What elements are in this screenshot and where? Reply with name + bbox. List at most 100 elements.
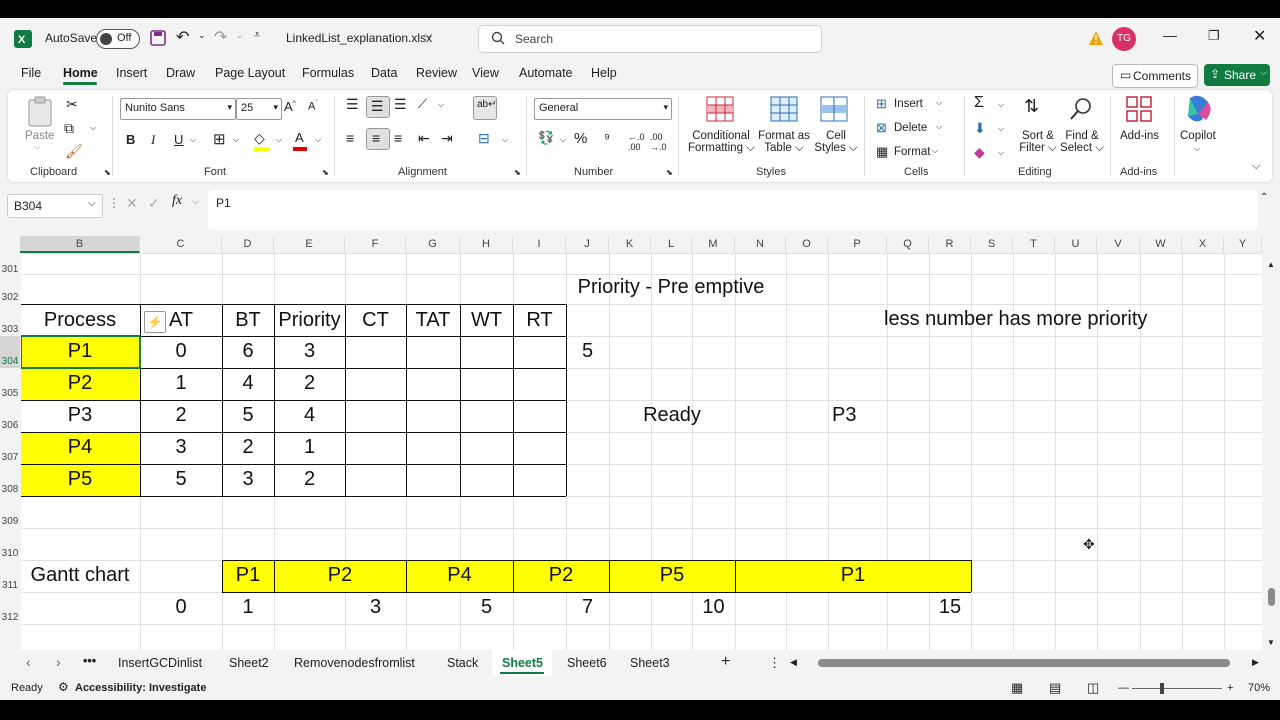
font-color-icon[interactable]: A	[295, 130, 304, 145]
format-as-table-label[interactable]: Format as Table ⌵	[756, 130, 812, 155]
wrap-text-button[interactable]: ab↵	[473, 96, 497, 120]
fill-icon[interactable]: ⬇	[974, 120, 986, 137]
menu-draw[interactable]: Draw	[166, 66, 195, 80]
insert-chevron-icon[interactable]: ⌵	[936, 98, 942, 108]
gantt-time[interactable]: 5	[460, 596, 513, 619]
column-header-k[interactable]: K	[609, 236, 651, 253]
quick-analysis-icon[interactable]: ⚡	[144, 311, 166, 333]
format-chevron-icon[interactable]: ⌵	[932, 146, 938, 156]
alignment-launcher-icon[interactable]: ⬊	[514, 168, 521, 177]
autosum-icon[interactable]: Σ	[974, 94, 984, 112]
gantt-time[interactable]: 7	[566, 596, 609, 619]
delete-cells-icon[interactable]: ⊠	[876, 120, 887, 136]
format-cells-button[interactable]: Format	[894, 146, 930, 158]
insert-cells-button[interactable]: Insert	[894, 98, 923, 110]
header-ct[interactable]: CT	[345, 309, 406, 332]
add-ins-icon[interactable]	[1126, 96, 1152, 122]
format-as-table-icon[interactable]	[770, 96, 798, 122]
row-header-308[interactable]: 308	[0, 464, 20, 496]
copy-icon[interactable]: ⧉	[64, 120, 74, 137]
burst-time[interactable]: 2	[222, 436, 274, 459]
column-header-w[interactable]: W	[1140, 236, 1182, 253]
column-header-h[interactable]: H	[460, 236, 513, 253]
file-name[interactable]: LinkedList_explanation.xlsx	[286, 31, 432, 45]
customize-toolbar-icon[interactable]: ⩡	[254, 29, 260, 42]
orientation-icon[interactable]: ⟋	[418, 96, 427, 112]
accounting-chevron-icon[interactable]: ⌵	[560, 135, 566, 145]
autosum-chevron-icon[interactable]: ⌵	[998, 100, 1004, 110]
zoom-slider-track[interactable]	[1132, 688, 1222, 689]
conditional-formatting-label[interactable]: Conditional Formatting ⌵	[688, 130, 755, 155]
arrival-time[interactable]: 3	[140, 436, 222, 459]
close-icon[interactable]: ✕	[1253, 26, 1266, 46]
bold-button[interactable]: B	[126, 132, 135, 147]
tab-sheet6[interactable]: Sheet6	[567, 656, 607, 670]
gantt-block[interactable]: P5	[609, 564, 735, 587]
priority-note[interactable]: less number has more priority	[884, 308, 1262, 331]
column-header-o[interactable]: O	[786, 236, 828, 253]
number-launcher-icon[interactable]: ⬊	[666, 168, 673, 177]
autosave-toggle[interactable]: Off	[96, 29, 140, 49]
priority-value[interactable]: 4	[274, 404, 345, 427]
zoom-level[interactable]: 70%	[1248, 682, 1270, 694]
column-header-f[interactable]: F	[345, 236, 406, 253]
column-header-v[interactable]: V	[1097, 236, 1140, 253]
cut-icon[interactable]: ✂	[66, 96, 78, 113]
format-painter-icon[interactable]: 🖌	[65, 143, 83, 160]
column-header-s[interactable]: S	[971, 236, 1013, 253]
row-header-312[interactable]: 312	[0, 592, 20, 624]
row-header-311[interactable]: 311	[0, 560, 20, 592]
hscroll-left-icon[interactable]: ◀	[790, 657, 797, 668]
row-header-309[interactable]: 309	[0, 496, 20, 528]
priority-value[interactable]: 2	[274, 468, 345, 491]
header-wt[interactable]: WT	[460, 309, 513, 332]
increase-indent-icon[interactable]: ⇥	[441, 130, 453, 147]
process-name[interactable]: P3	[21, 404, 140, 427]
cell-styles-label[interactable]: Cell Styles ⌵	[814, 130, 858, 155]
align-bottom-icon[interactable]: ☰	[394, 96, 407, 113]
gantt-time[interactable]: 1	[222, 596, 274, 619]
arrival-time[interactable]: 2	[140, 404, 222, 427]
orientation-chevron-icon[interactable]: ⌵	[438, 100, 444, 110]
tab-options-icon[interactable]: ⋮	[768, 655, 781, 671]
paste-chevron-icon[interactable]: ⌵	[34, 142, 40, 152]
tab-sheet5[interactable]: Sheet5	[502, 656, 543, 670]
menu-data[interactable]: Data	[371, 66, 397, 80]
gantt-block[interactable]: P2	[274, 564, 406, 587]
arrival-time[interactable]: 0	[140, 340, 222, 363]
comments-button[interactable]: ▭ Comments	[1112, 64, 1198, 88]
accounting-format-icon[interactable]: 💱	[538, 130, 554, 146]
row-header-307[interactable]: 307	[0, 432, 20, 464]
tab-scroll-left-icon[interactable]: ‹	[26, 654, 31, 670]
warning-icon[interactable]	[1088, 30, 1104, 46]
delete-cells-button[interactable]: Delete	[894, 122, 927, 134]
tab-sheet3[interactable]: Sheet3	[630, 656, 670, 670]
zoom-out-icon[interactable]: —	[1118, 682, 1129, 694]
page-break-view-icon[interactable]: ◫	[1087, 680, 1099, 696]
arrival-time[interactable]: 5	[140, 468, 222, 491]
more-options-icon[interactable]: ⋮	[108, 196, 120, 210]
share-button[interactable]: ⇪ Share ⌵	[1204, 64, 1270, 86]
header-rt[interactable]: RT	[513, 309, 566, 332]
formula-collapse-icon[interactable]: ⌃	[1260, 192, 1268, 203]
column-header-b[interactable]: B	[20, 236, 140, 253]
hscroll-right-icon[interactable]: ▶	[1252, 657, 1259, 668]
font-name-select[interactable]: Nunito Sans ▾	[120, 98, 236, 120]
tab-more-button[interactable]: •••	[83, 654, 96, 668]
column-header-i[interactable]: I	[513, 236, 566, 253]
arrival-time[interactable]: 1	[140, 372, 222, 395]
decrease-indent-icon[interactable]: ⇤	[418, 130, 430, 147]
conditional-formatting-icon[interactable]	[706, 96, 734, 122]
copilot-chevron-icon[interactable]: ⌵	[1194, 144, 1200, 154]
column-header-c[interactable]: C	[140, 236, 222, 253]
comma-style-icon[interactable]: ⁹	[604, 130, 610, 146]
underline-chevron-icon[interactable]: ⌵	[190, 135, 196, 145]
column-header-n[interactable]: N	[735, 236, 786, 253]
gantt-block[interactable]: P1	[222, 564, 274, 587]
borders-icon[interactable]: ⊞	[213, 130, 226, 148]
row-header-301[interactable]: 301	[0, 253, 20, 275]
priority-value[interactable]: 1	[274, 436, 345, 459]
tab-stack[interactable]: Stack	[447, 656, 478, 670]
cancel-entry-icon[interactable]: ✕	[126, 195, 138, 212]
burst-time[interactable]: 4	[222, 372, 274, 395]
